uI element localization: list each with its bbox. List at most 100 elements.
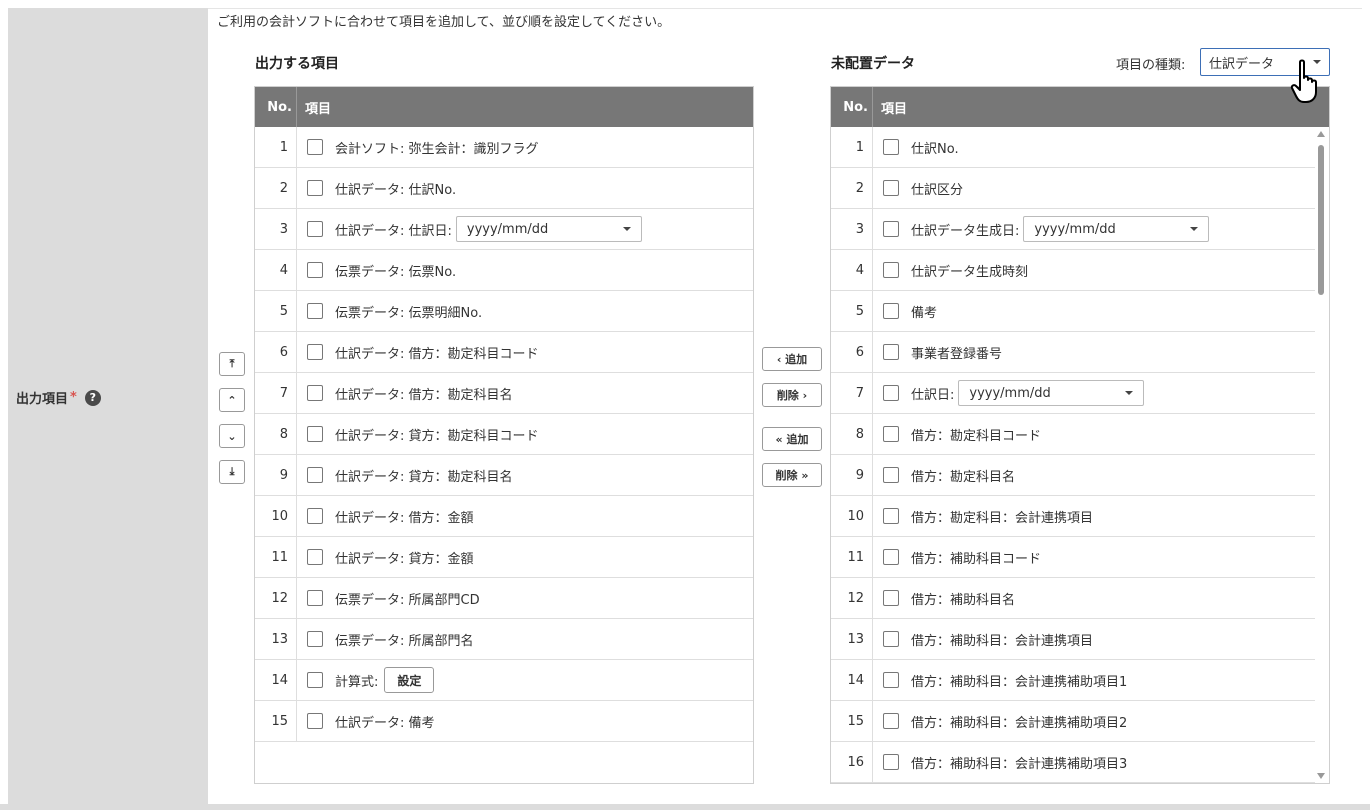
row-number: 10 bbox=[255, 496, 297, 536]
row-checkbox[interactable] bbox=[883, 549, 899, 565]
row-label: 借方：補助科目：会計連携補助項目1 bbox=[911, 674, 1128, 690]
table-row[interactable]: 7 仕訳日: yyyy/mm/dd bbox=[831, 373, 1315, 414]
table-row[interactable]: 10 仕訳データ: 借方：金額 bbox=[255, 496, 753, 537]
row-checkbox[interactable] bbox=[307, 590, 323, 606]
table-row[interactable]: 3 仕訳データ: 仕訳日: yyyy/mm/dd bbox=[255, 209, 753, 250]
table-row[interactable]: 1 会計ソフト: 弥生会計：識別フラグ bbox=[255, 127, 753, 168]
table-row[interactable]: 9 借方：勘定科目名 bbox=[831, 455, 1315, 496]
unassigned-scrollbar[interactable] bbox=[1314, 127, 1328, 783]
row-checkbox[interactable] bbox=[883, 508, 899, 524]
row-checkbox[interactable] bbox=[307, 549, 323, 565]
row-checkbox[interactable] bbox=[883, 139, 899, 155]
remove-all-button[interactable]: 削除 » bbox=[762, 463, 822, 487]
table-row[interactable]: 12 伝票データ: 所属部門CD bbox=[255, 578, 753, 619]
scroll-thumb[interactable] bbox=[1318, 145, 1324, 295]
row-item: 仕訳データ: 備考 bbox=[297, 712, 435, 731]
row-checkbox[interactable] bbox=[883, 467, 899, 483]
table-row[interactable]: 10 借方：勘定科目：会計連携項目 bbox=[831, 496, 1315, 537]
row-number: 6 bbox=[831, 332, 873, 372]
table-row[interactable]: 5 伝票データ: 伝票明細No. bbox=[255, 291, 753, 332]
item-type-value: 仕訳データ bbox=[1209, 56, 1275, 72]
row-checkbox[interactable] bbox=[307, 139, 323, 155]
row-checkbox[interactable] bbox=[307, 262, 323, 278]
row-checkbox[interactable] bbox=[883, 426, 899, 442]
row-checkbox[interactable] bbox=[307, 344, 323, 360]
row-checkbox[interactable] bbox=[307, 221, 323, 237]
date-format-select[interactable]: yyyy/mm/dd bbox=[958, 380, 1145, 406]
table-row[interactable]: 6 事業者登録番号 bbox=[831, 332, 1315, 373]
row-checkbox[interactable] bbox=[883, 344, 899, 360]
date-format-select[interactable]: yyyy/mm/dd bbox=[1023, 216, 1210, 242]
row-item: 伝票データ: 伝票明細No. bbox=[297, 302, 482, 321]
col-header-no: No. bbox=[255, 87, 297, 127]
table-row[interactable]: 1 仕訳No. bbox=[831, 127, 1315, 168]
table-row[interactable]: 5 備考 bbox=[831, 291, 1315, 332]
move-down-button[interactable]: ⌄ bbox=[219, 424, 245, 448]
row-checkbox[interactable] bbox=[307, 303, 323, 319]
move-up-button[interactable]: ⌃ bbox=[219, 388, 245, 412]
table-row[interactable]: 4 仕訳データ生成時刻 bbox=[831, 250, 1315, 291]
row-item: 仕訳区分 bbox=[873, 179, 963, 198]
table-row[interactable]: 8 借方：勘定科目コード bbox=[831, 414, 1315, 455]
remove-button[interactable]: 削除 › bbox=[762, 383, 822, 407]
row-checkbox[interactable] bbox=[883, 754, 899, 770]
row-checkbox[interactable] bbox=[307, 713, 323, 729]
table-row[interactable]: 8 仕訳データ: 貸方：勘定科目コード bbox=[255, 414, 753, 455]
table-row[interactable]: 11 仕訳データ: 貸方：金額 bbox=[255, 537, 753, 578]
scroll-up-icon[interactable] bbox=[1317, 131, 1325, 137]
row-number: 7 bbox=[255, 373, 297, 413]
row-item: 事業者登録番号 bbox=[873, 343, 1002, 362]
scroll-down-icon[interactable] bbox=[1317, 773, 1325, 779]
row-checkbox[interactable] bbox=[883, 631, 899, 647]
table-row[interactable]: 14 計算式: 設定 bbox=[255, 660, 753, 701]
row-number: 13 bbox=[831, 619, 873, 659]
row-item: 仕訳日: yyyy/mm/dd bbox=[873, 380, 1145, 406]
row-checkbox[interactable] bbox=[307, 467, 323, 483]
row-checkbox[interactable] bbox=[883, 385, 899, 401]
table-row[interactable]: 13 借方：補助科目：会計連携項目 bbox=[831, 619, 1315, 660]
row-checkbox[interactable] bbox=[883, 303, 899, 319]
add-button[interactable]: ‹ 追加 bbox=[762, 347, 822, 371]
row-number: 9 bbox=[831, 455, 873, 495]
table-row[interactable]: 14 借方：補助科目：会計連携補助項目1 bbox=[831, 660, 1315, 701]
table-row[interactable]: 13 伝票データ: 所属部門名 bbox=[255, 619, 753, 660]
row-checkbox[interactable] bbox=[883, 221, 899, 237]
table-row[interactable]: 12 借方：補助科目名 bbox=[831, 578, 1315, 619]
row-number: 15 bbox=[255, 701, 297, 741]
table-row[interactable]: 2 仕訳区分 bbox=[831, 168, 1315, 209]
table-row[interactable]: 6 仕訳データ: 借方：勘定科目コード bbox=[255, 332, 753, 373]
col-header-no: No. bbox=[831, 87, 873, 127]
move-bottom-button[interactable]: ⤓ bbox=[219, 460, 245, 484]
row-number: 14 bbox=[831, 660, 873, 700]
row-checkbox[interactable] bbox=[307, 631, 323, 647]
date-format-select[interactable]: yyyy/mm/dd bbox=[455, 216, 642, 242]
output-rows: 1 会計ソフト: 弥生会計：識別フラグ 2 仕訳データ: 仕訳No. 3 仕訳データ: 仕… bbox=[255, 127, 753, 742]
row-checkbox[interactable] bbox=[883, 262, 899, 278]
row-checkbox[interactable] bbox=[883, 672, 899, 688]
row-label: 借方：補助科目名 bbox=[911, 592, 1016, 608]
row-checkbox[interactable] bbox=[883, 590, 899, 606]
row-checkbox[interactable] bbox=[307, 385, 323, 401]
table-row[interactable]: 16 借方：補助科目：会計連携補助項目3 bbox=[831, 742, 1315, 783]
move-top-button[interactable]: ⤒ bbox=[219, 352, 245, 376]
row-checkbox[interactable] bbox=[883, 713, 899, 729]
table-row[interactable]: 4 伝票データ: 伝票No. bbox=[255, 250, 753, 291]
table-row[interactable]: 7 仕訳データ: 借方：勘定科目名 bbox=[255, 373, 753, 414]
table-row[interactable]: 15 借方：補助科目：会計連携補助項目2 bbox=[831, 701, 1315, 742]
row-checkbox[interactable] bbox=[307, 426, 323, 442]
table-row[interactable]: 11 借方：補助科目コード bbox=[831, 537, 1315, 578]
table-row[interactable]: 9 仕訳データ: 貸方：勘定科目名 bbox=[255, 455, 753, 496]
help-icon[interactable]: ? bbox=[84, 389, 101, 406]
add-all-button[interactable]: « 追加 bbox=[762, 427, 822, 451]
table-row[interactable]: 3 仕訳データ生成日: yyyy/mm/dd bbox=[831, 209, 1315, 250]
table-row[interactable]: 15 仕訳データ: 備考 bbox=[255, 701, 753, 742]
row-checkbox[interactable] bbox=[307, 672, 323, 688]
chevron-down-icon bbox=[1125, 391, 1134, 395]
row-label: 借方：勘定科目：会計連携項目 bbox=[911, 510, 1094, 526]
formula-settings-button[interactable]: 設定 bbox=[384, 667, 435, 693]
row-checkbox[interactable] bbox=[883, 180, 899, 196]
row-checkbox[interactable] bbox=[307, 180, 323, 196]
row-item: 借方：勘定科目名 bbox=[873, 466, 1015, 485]
row-checkbox[interactable] bbox=[307, 508, 323, 524]
table-row[interactable]: 2 仕訳データ: 仕訳No. bbox=[255, 168, 753, 209]
